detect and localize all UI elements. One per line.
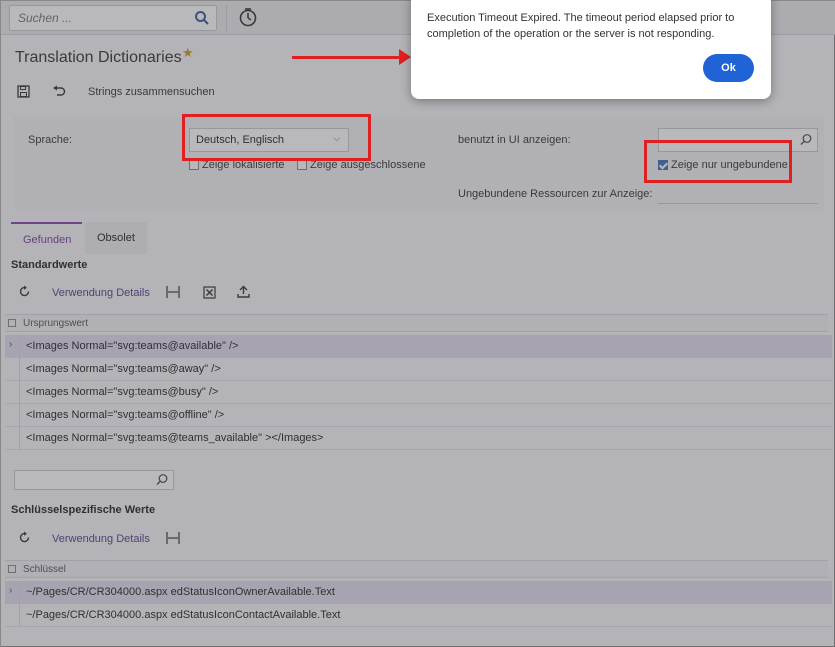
annotation-arrow-head bbox=[399, 49, 411, 65]
dialog-message: Execution Timeout Expired. The timeout p… bbox=[427, 12, 735, 40]
ok-button[interactable]: Ok bbox=[703, 54, 754, 82]
annotation-highlight-language bbox=[182, 114, 371, 161]
annotation-highlight-unbound bbox=[644, 140, 792, 183]
app-window: Translation Dictionaries ★ Strings zusam… bbox=[0, 0, 835, 647]
annotation-arrow bbox=[292, 56, 402, 59]
error-dialog: Execution Timeout Expired. The timeout p… bbox=[411, 0, 771, 99]
